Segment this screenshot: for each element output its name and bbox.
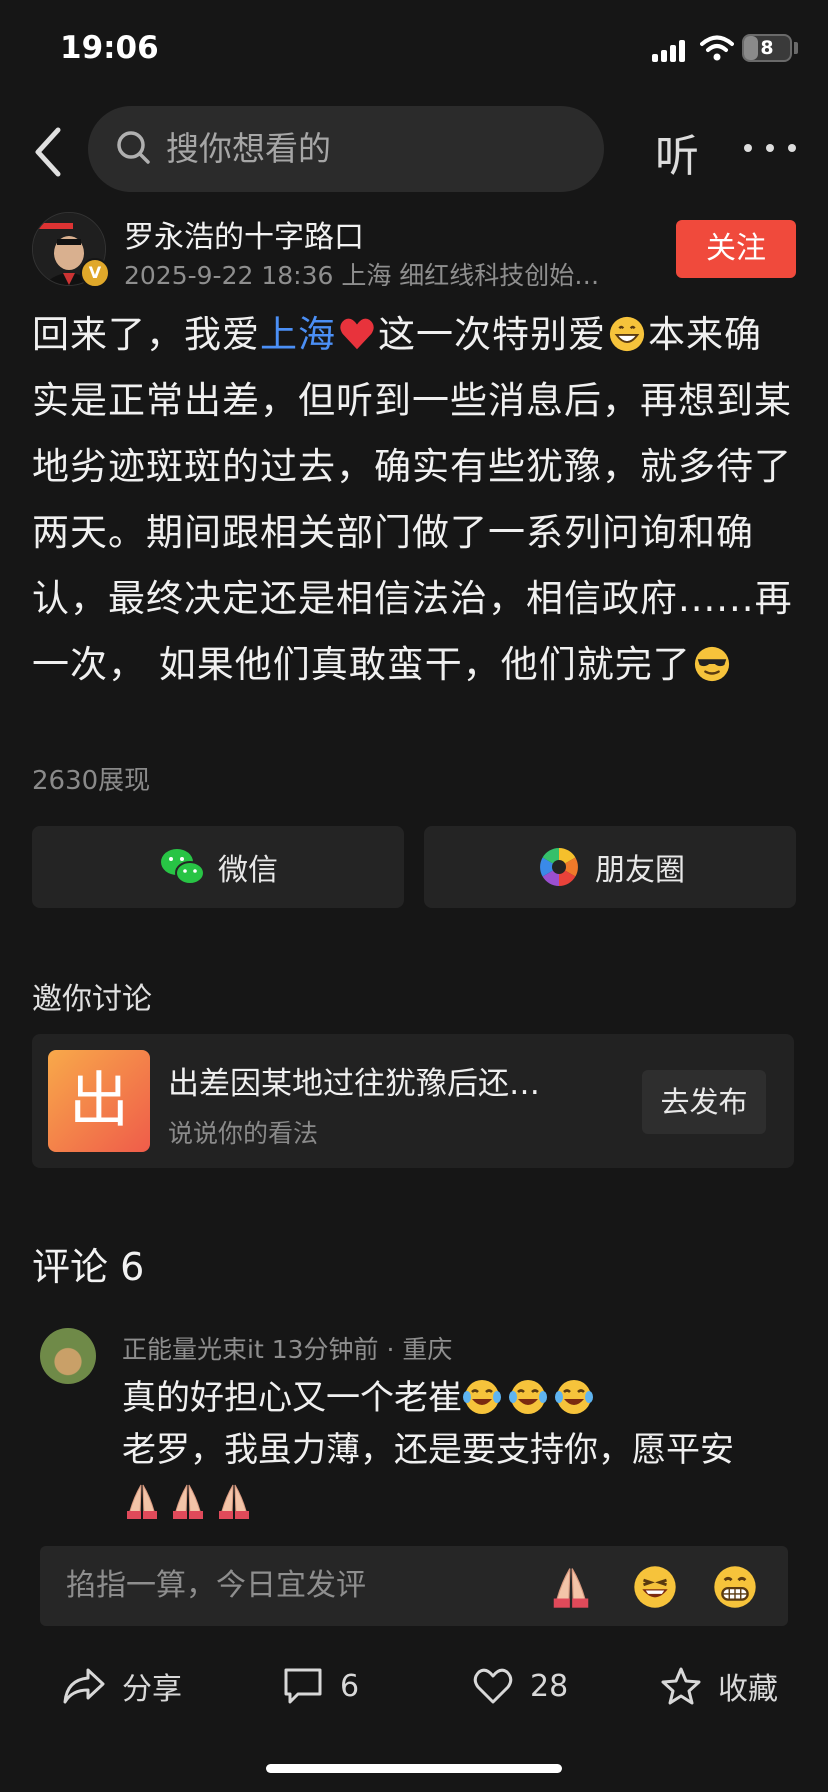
comment-count: 6 (340, 1668, 360, 1704)
battery-level: 8 (760, 37, 774, 59)
like-count: 28 (530, 1668, 569, 1704)
back-arrow-icon[interactable] (30, 124, 70, 180)
battery-tip (794, 42, 798, 54)
share-action[interactable]: 分享 (62, 1656, 182, 1716)
share-label: 分享 (122, 1672, 182, 1707)
like-action[interactable]: 28 (472, 1656, 568, 1716)
pray-emoji-icon (127, 1484, 157, 1519)
star-icon (661, 1667, 701, 1705)
grin-emoji-icon (609, 316, 645, 352)
comment-meta: 正能量光束it 13分钟前 · 重庆 (122, 1335, 453, 1364)
discuss-card[interactable]: 出 出差因某地过往犹豫后还… 说说你的看法 去发布 (32, 1034, 794, 1168)
collect-action[interactable]: 收藏 (660, 1656, 778, 1716)
share-icon (63, 1668, 105, 1704)
comment-placeholder: 掐指一算，今日宜发评 (66, 1568, 366, 1603)
view-count: 2630展现 (32, 766, 151, 796)
wechat-icon (161, 849, 205, 885)
search-input[interactable]: 搜你想看的 (88, 106, 604, 192)
comment-avatar[interactable] (40, 1328, 96, 1384)
comment-action[interactable]: 6 (282, 1656, 359, 1716)
comment-line-2: 老罗，我虽力薄，还是要支持你，愿平安 (122, 1430, 734, 1470)
publish-button[interactable]: 去发布 (642, 1070, 766, 1134)
listen-button[interactable]: 听 (655, 120, 699, 184)
battery-icon: 8 (742, 34, 792, 62)
pray-emoji-icon (173, 1484, 203, 1519)
post-meta: 2025-9-22 18:36 上海 细红线科技创始… (124, 261, 600, 290)
laugh-cry-emoji-icon (555, 1380, 593, 1414)
collect-label: 收藏 (718, 1672, 778, 1707)
post-content: 回来了，我爱上海 这一次特别爱 本来确实是正常出差，但听到一些消息后，再想到某地劣迹… (32, 302, 798, 698)
discuss-section-title: 邀你讨论 (32, 982, 152, 1017)
share-moments-button[interactable]: 朋友圈 (424, 826, 796, 908)
search-icon (117, 131, 150, 164)
location-link[interactable]: 上海 (260, 313, 336, 356)
comments-title: 评论 6 (32, 1245, 145, 1289)
moments-icon (540, 848, 578, 886)
signal-icon (652, 40, 686, 62)
wifi-icon (700, 35, 734, 61)
author-name[interactable]: 罗永浩的十字路口 (124, 212, 364, 256)
post-text-1: 回来了，我爱 (32, 313, 260, 356)
topic-subtitle: 说说你的看法 (168, 1119, 319, 1148)
pray-emoji-icon (219, 1484, 249, 1519)
search-placeholder: 搜你想看的 (166, 129, 331, 168)
laugh-emoji-icon[interactable] (632, 1564, 678, 1610)
laugh-cry-emoji-icon (509, 1380, 547, 1414)
topic-tile: 出 (48, 1050, 150, 1152)
topic-title: 出差因某地过往犹豫后还… (168, 1066, 540, 1102)
post-text-2: 这一次特别爱 (378, 313, 606, 356)
sunglasses-emoji-icon (694, 646, 729, 682)
share-wechat-button[interactable]: 微信 (32, 826, 404, 908)
laugh-cry-emoji-icon (463, 1380, 501, 1414)
heart-emoji-icon (340, 318, 374, 350)
home-indicator[interactable] (266, 1764, 562, 1773)
grin-teeth-emoji-icon[interactable] (712, 1564, 758, 1610)
comment-line-1: 真的好担心又一个老崔 (122, 1378, 462, 1418)
more-icon[interactable] (740, 128, 800, 168)
comment-body: 真的好担心又一个老崔 老罗，我虽力薄，还是要支持你，愿平安 (122, 1372, 802, 1528)
comment-input[interactable]: 掐指一算，今日宜发评 (40, 1546, 788, 1626)
pray-emoji-icon[interactable] (548, 1564, 594, 1610)
comment-icon (284, 1668, 322, 1704)
wechat-label: 微信 (218, 853, 278, 888)
verified-badge: V (80, 258, 110, 288)
heart-icon (473, 1668, 513, 1704)
follow-button[interactable]: 关注 (676, 220, 796, 278)
status-time: 19:06 (60, 30, 159, 66)
post-text-3: 本来确实是正常出差，但听到一些消息后，再想到某地劣迹斑斑的过去，确实有些犹豫，就… (32, 313, 793, 686)
moments-label: 朋友圈 (595, 853, 685, 888)
